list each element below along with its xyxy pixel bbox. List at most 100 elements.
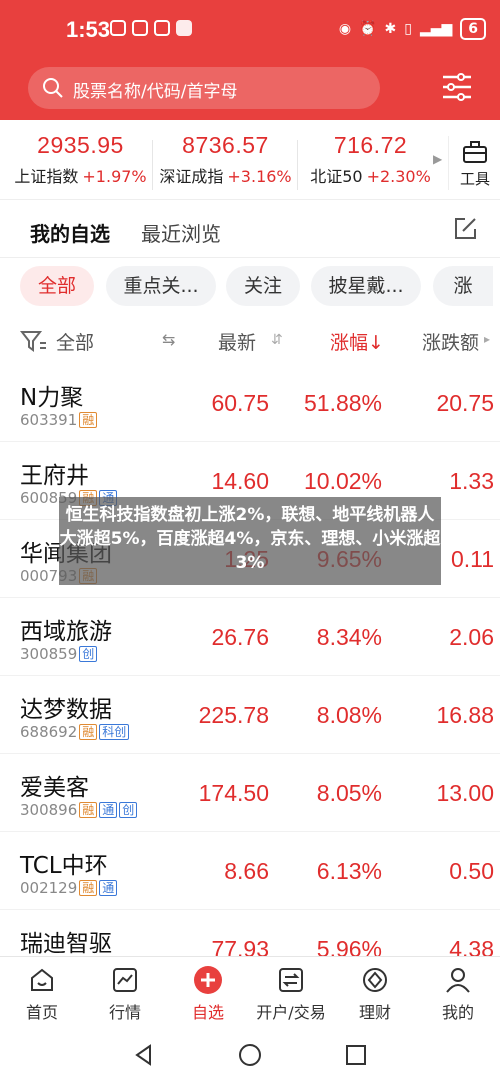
user-icon (446, 968, 470, 993)
search-icon (43, 78, 63, 98)
system-nav-bar (0, 1028, 500, 1083)
table-row[interactable]: N力聚 603391 融 60.75 51.88% 20.75 (0, 364, 500, 442)
swap-columns-icon[interactable]: ⇆ (162, 330, 175, 349)
stock-tag: 融 (79, 880, 98, 896)
table-row[interactable]: 西域旅游 300859 创 26.76 8.34% 2.06 (0, 598, 500, 676)
stock-tag: 通 (99, 880, 118, 896)
index-name: 深证成指 (159, 167, 224, 186)
index-value: 716.72 (333, 132, 408, 158)
chip-key-focus[interactable]: 重点关... (106, 266, 216, 306)
nav-label: 开户/交易 (256, 1003, 326, 1022)
index-name: 北证50 (310, 167, 363, 186)
filter-label[interactable]: 全部 (56, 328, 94, 355)
nav-wealth[interactable]: 理财 (333, 965, 417, 1023)
stock-change: 0.50 (449, 858, 494, 884)
stock-list: N力聚603391融60.7551.88%20.75王府井600859融通14.… (0, 364, 500, 956)
stock-code: 300896 (20, 801, 78, 819)
stock-change: 1.33 (449, 468, 494, 494)
sort-icon[interactable]: ⇵ (271, 332, 283, 348)
tab-recent[interactable]: 最近浏览 (141, 218, 221, 247)
stock-tag: 融 (79, 802, 98, 818)
stock-pct-change: 6.13% (316, 858, 382, 884)
table-row[interactable]: 瑞迪智驱 77.93 5.96% 4.38 (0, 910, 500, 956)
stock-change: 0.11 (450, 546, 494, 572)
tab-my-watchlist[interactable]: 我的自选 (30, 218, 110, 247)
table-row[interactable]: TCL中环 002129 融通 8.66 6.13% 0.50 (0, 832, 500, 910)
stock-code: 603391 (20, 411, 78, 429)
nav-label: 行情 (108, 1003, 141, 1022)
wealth-icon (363, 968, 387, 992)
stock-name: 达梦数据 (20, 697, 112, 723)
battery-level: 6 (468, 21, 478, 37)
stock-name: TCL中环 (20, 853, 108, 879)
column-pct[interactable]: 涨幅↓ (330, 328, 384, 355)
nav-market[interactable]: 行情 (83, 965, 167, 1023)
stock-price: 60.75 (211, 390, 269, 416)
filter-icon[interactable] (20, 329, 48, 353)
stock-pct-change: 8.34% (316, 624, 382, 650)
stock-change: 13.00 (436, 780, 494, 806)
column-change[interactable]: 涨跌额 (422, 328, 479, 355)
search-input[interactable]: 股票名称/代码/首字母 (28, 67, 380, 109)
index-shanghai[interactable]: 2935.95 上证指数 +1.97% (8, 132, 153, 187)
stock-price: 8.66 (224, 858, 269, 884)
stock-code-line: 688692 融科创 (20, 723, 130, 741)
chevron-right-icon[interactable]: ▸ (484, 332, 490, 346)
stock-tag: 创 (79, 646, 98, 662)
notification-icon (154, 20, 170, 36)
settings-sliders-icon[interactable] (440, 70, 474, 104)
plus-circle-icon (194, 966, 222, 994)
status-time: 1:53 (66, 17, 111, 42)
edit-icon[interactable] (452, 216, 478, 242)
index-bse50[interactable]: 716.72 北证50 +2.30% (298, 132, 443, 187)
stock-code-line: 603391 融 (20, 411, 98, 429)
nav-trade[interactable]: 开户/交易 (249, 965, 333, 1023)
stock-tag: 融 (79, 724, 98, 740)
back-icon[interactable] (132, 1043, 156, 1067)
watchlist-tabs: 我的自选 最近浏览 (0, 200, 500, 258)
table-row[interactable]: 爱美客 300896 融通创 174.50 8.05% 13.00 (0, 754, 500, 832)
top-header: 1:53 ◉ ⏰ ✱ ▯ ▂▄▆ 6 股票名称/代码/首字母 (0, 0, 500, 120)
signal-icon: ▂▄▆ (419, 21, 453, 37)
group-chips: 全部 重点关... 关注 披星戴... 涨 (0, 266, 500, 310)
status-right: ◉ ⏰ ✱ ▯ ▂▄▆ 6 (339, 18, 486, 40)
chip-follow[interactable]: 关注 (226, 266, 300, 306)
stock-tag: 融 (79, 412, 98, 428)
notification-icon (110, 20, 126, 36)
home-icon (31, 968, 53, 991)
notification-icon (132, 20, 148, 36)
chip-star[interactable]: 披星戴... (311, 266, 421, 306)
recents-icon[interactable] (344, 1043, 368, 1067)
table-row[interactable]: 达梦数据 688692 融科创 225.78 8.08% 16.88 (0, 676, 500, 754)
nav-me[interactable]: 我的 (416, 965, 500, 1023)
index-shenzhen[interactable]: 8736.57 深证成指 +3.16% (153, 132, 298, 187)
status-bar: 1:53 ◉ ⏰ ✱ ▯ ▂▄▆ 6 (0, 0, 500, 58)
stock-code-line: 300896 融通创 (20, 801, 138, 819)
notification-icon (176, 20, 192, 36)
stock-pct-change: 8.05% (316, 780, 382, 806)
index-value: 8736.57 (182, 132, 269, 158)
tools-button[interactable]: 工具 (448, 136, 500, 190)
home-circle-icon[interactable] (238, 1043, 262, 1067)
nav-home[interactable]: 首页 (0, 965, 84, 1023)
nav-label: 理财 (358, 1003, 391, 1022)
index-value: 2935.95 (37, 132, 124, 158)
stock-price: 14.60 (211, 468, 269, 494)
news-banner[interactable]: 恒生科技指数盘初上涨2%，联想、地平线机器人大涨超5%，百度涨超4%，京东、理想… (59, 497, 441, 585)
stock-name: N力聚 (20, 385, 84, 411)
chevron-right-icon[interactable]: ▶ (433, 152, 442, 166)
index-name: 上证指数 (14, 167, 79, 186)
stock-name: 爱美客 (20, 775, 89, 801)
stock-code: 002129 (20, 879, 78, 897)
index-change: +3.16% (227, 167, 292, 186)
column-latest[interactable]: 最新 (218, 328, 256, 355)
stock-name: 王府井 (20, 463, 89, 489)
stock-pct-change: 10.02% (303, 468, 382, 494)
chip-all[interactable]: 全部 (20, 266, 94, 306)
stock-code-line: 300859 创 (20, 645, 98, 663)
notification-icons (110, 20, 192, 36)
alarm-icon: ⏰ (359, 21, 377, 37)
chip-rise[interactable]: 涨 (433, 266, 493, 306)
stock-price: 77.93 (211, 936, 269, 956)
nav-watchlist[interactable]: 自选 (166, 965, 250, 1023)
